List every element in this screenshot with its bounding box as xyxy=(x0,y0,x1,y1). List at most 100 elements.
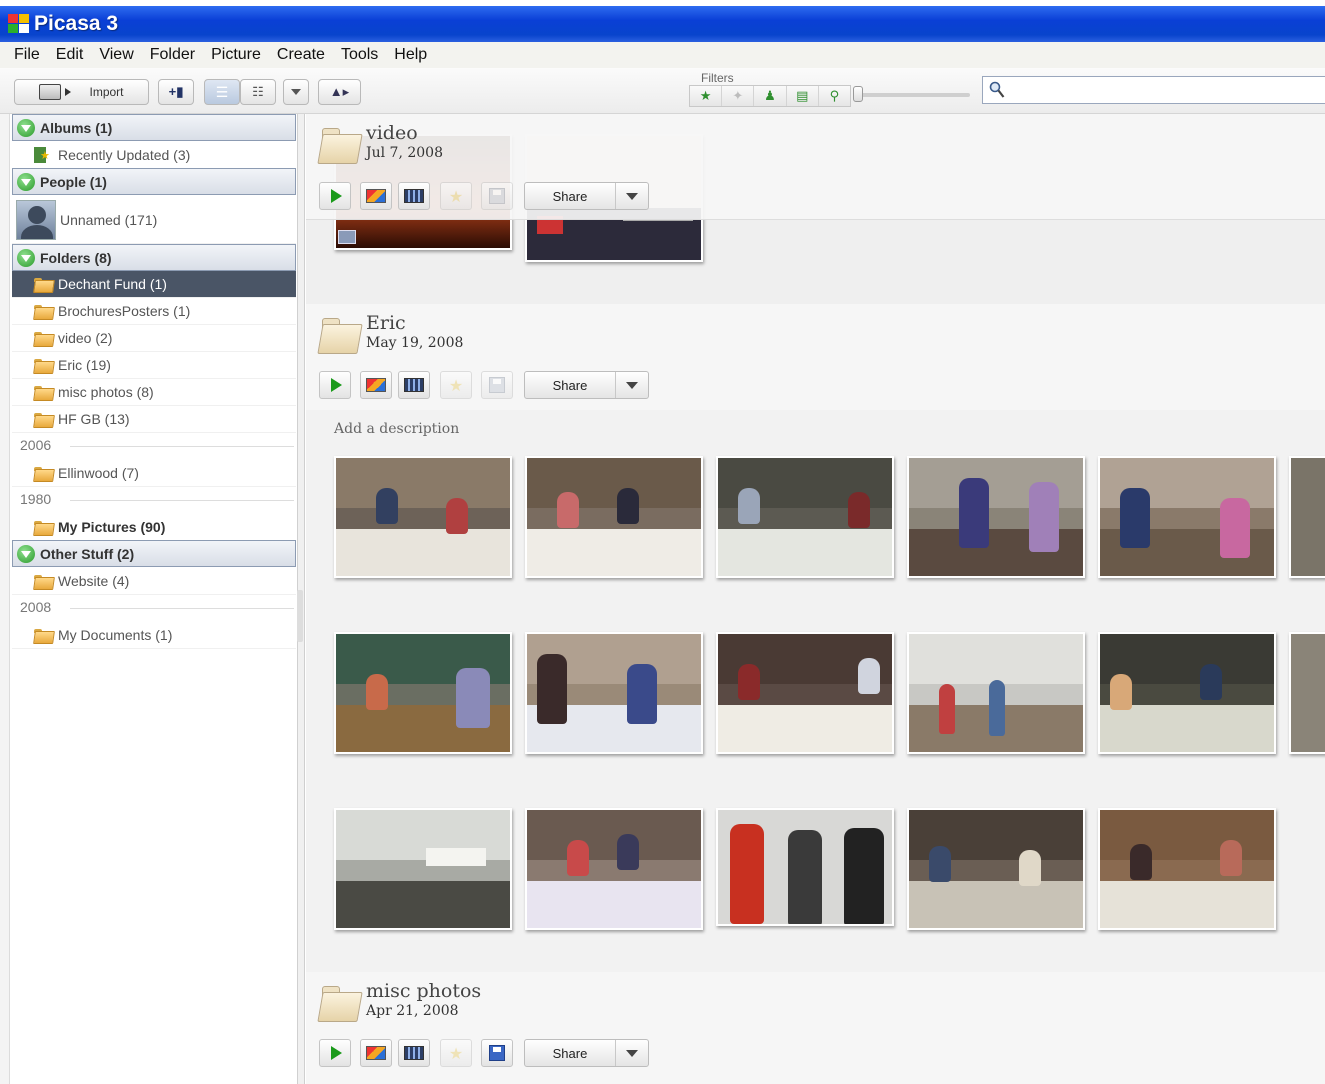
movie-button[interactable] xyxy=(398,182,430,210)
filter-strip: ★ ✦ ♟ ▤ ⚲ xyxy=(689,85,851,107)
photo-thumbnail[interactable] xyxy=(907,456,1085,578)
share-button[interactable]: Share xyxy=(524,371,649,399)
folder-item-hf-gb[interactable]: HF GB (13) xyxy=(12,406,296,433)
folder-item-my-pictures[interactable]: My Pictures (90) xyxy=(12,514,296,541)
star-button[interactable]: ★ xyxy=(440,182,472,210)
save-button[interactable] xyxy=(481,371,513,399)
other-stuff-section-header[interactable]: Other Stuff (2) xyxy=(12,540,296,567)
photo-thumbnail[interactable] xyxy=(1098,632,1276,754)
menu-view[interactable]: View xyxy=(91,46,141,64)
album-item-recently-updated[interactable]: Recently Updated (3) xyxy=(12,142,296,169)
folders-section-header[interactable]: Folders (8) xyxy=(12,244,296,271)
photo-thumbnail[interactable] xyxy=(907,632,1085,754)
menu-folder[interactable]: Folder xyxy=(142,46,203,64)
date-slider-track[interactable] xyxy=(858,93,970,97)
play-arrow-icon xyxy=(65,88,72,96)
star-button[interactable]: ★ xyxy=(440,371,472,399)
year-divider-line xyxy=(70,500,294,501)
slideshow-button[interactable] xyxy=(319,182,351,210)
save-button[interactable] xyxy=(481,182,513,210)
menu-edit[interactable]: Edit xyxy=(48,46,92,64)
albums-section-header[interactable]: Albums (1) xyxy=(12,114,296,141)
chevron-down-icon[interactable] xyxy=(616,1040,648,1066)
folder-item-label: My Pictures (90) xyxy=(58,519,166,535)
folder-item-misc-photos[interactable]: misc photos (8) xyxy=(12,379,296,406)
photo-thumbnail[interactable] xyxy=(334,808,512,930)
collapse-triangle-icon[interactable] xyxy=(17,172,35,191)
add-description-field[interactable]: Add a description xyxy=(334,421,459,437)
tree-view-icon: ☷ xyxy=(252,84,264,99)
menu-help[interactable]: Help xyxy=(386,46,435,64)
add-album-icon: +▮ xyxy=(168,84,184,99)
share-button[interactable]: Share xyxy=(524,1039,649,1067)
group-title[interactable]: misc photos xyxy=(366,980,481,1002)
picasa-logo-icon xyxy=(8,14,30,34)
slideshow-button[interactable] xyxy=(319,371,351,399)
group-title[interactable]: Eric xyxy=(366,312,406,334)
collage-button[interactable] xyxy=(360,182,392,210)
folder-icon xyxy=(34,331,52,345)
movie-button[interactable] xyxy=(398,371,430,399)
save-button[interactable] xyxy=(481,1039,513,1067)
year-divider-1980: 1980 xyxy=(20,491,52,507)
folder-item-eric[interactable]: Eric (19) xyxy=(12,352,296,379)
folder-item-website[interactable]: Website (4) xyxy=(12,568,296,595)
folder-icon xyxy=(320,314,360,354)
movie-filter-icon[interactable]: ▤ xyxy=(787,86,819,106)
photo-thumbnail[interactable] xyxy=(525,808,703,930)
menu-create[interactable]: Create xyxy=(269,46,333,64)
import-button[interactable]: Import xyxy=(14,79,149,105)
tree-view-button[interactable]: ☷ xyxy=(240,79,276,105)
folder-item-ellinwood[interactable]: Ellinwood (7) xyxy=(12,460,296,487)
folders-section-label: Folders (8) xyxy=(40,249,112,266)
collapse-triangle-icon[interactable] xyxy=(17,118,35,137)
folder-item-video[interactable]: video (2) xyxy=(12,325,296,352)
photo-thumbnail[interactable] xyxy=(334,456,512,578)
view-options-dropdown[interactable] xyxy=(283,79,309,105)
photo-thumbnail[interactable] xyxy=(1289,456,1325,578)
photo-thumbnail[interactable] xyxy=(716,808,894,926)
photo-thumbnail[interactable] xyxy=(1098,456,1276,578)
folder-item-my-documents[interactable]: My Documents (1) xyxy=(12,622,296,649)
collage-button[interactable] xyxy=(360,1039,392,1067)
star-filter-icon[interactable]: ★ xyxy=(690,86,723,106)
people-filter-icon[interactable]: ♟ xyxy=(754,86,787,106)
library-view-button[interactable]: ☰ xyxy=(204,79,240,105)
menu-tools[interactable]: Tools xyxy=(333,46,386,64)
folder-icon xyxy=(34,304,52,318)
search-input[interactable] xyxy=(982,76,1325,104)
movie-button[interactable] xyxy=(398,1039,430,1067)
slideshow-button[interactable] xyxy=(319,1039,351,1067)
upload-button[interactable]: ▲▸ xyxy=(318,79,361,105)
people-section-header[interactable]: People (1) xyxy=(12,168,296,195)
photo-thumbnail[interactable] xyxy=(716,456,894,578)
collage-button[interactable] xyxy=(360,371,392,399)
star-button[interactable]: ★ xyxy=(440,1039,472,1067)
photo-thumbnail[interactable] xyxy=(334,632,512,754)
upload-filter-icon[interactable]: ✦ xyxy=(722,86,755,106)
collapse-triangle-icon[interactable] xyxy=(17,544,35,563)
photo-thumbnail[interactable] xyxy=(525,456,703,578)
splitter-grip[interactable] xyxy=(297,590,303,642)
menu-picture[interactable]: Picture xyxy=(203,46,269,64)
menu-file[interactable]: File xyxy=(6,46,48,64)
folder-item-label: Ellinwood (7) xyxy=(58,465,139,481)
collapse-triangle-icon[interactable] xyxy=(17,248,35,267)
geotag-filter-icon[interactable]: ⚲ xyxy=(819,86,850,106)
folder-icon xyxy=(34,628,52,642)
folder-item-brochuresposters[interactable]: BrochuresPosters (1) xyxy=(12,298,296,325)
chevron-down-icon[interactable] xyxy=(616,372,648,398)
star-icon: ★ xyxy=(448,375,464,395)
share-button[interactable]: Share xyxy=(524,182,649,210)
chevron-down-icon[interactable] xyxy=(616,183,648,209)
add-to-album-button[interactable]: +▮ xyxy=(158,79,194,105)
group-title[interactable]: video xyxy=(366,122,418,144)
date-slider-knob[interactable] xyxy=(853,86,863,102)
people-item-unnamed[interactable]: Unnamed (171) xyxy=(12,196,296,244)
photo-thumbnail[interactable] xyxy=(1289,632,1325,754)
folder-item-dechant-fund[interactable]: Dechant Fund (1) xyxy=(12,271,296,298)
photo-thumbnail[interactable] xyxy=(1098,808,1276,930)
photo-thumbnail[interactable] xyxy=(907,808,1085,930)
photo-thumbnail[interactable] xyxy=(525,632,703,754)
photo-thumbnail[interactable] xyxy=(716,632,894,754)
